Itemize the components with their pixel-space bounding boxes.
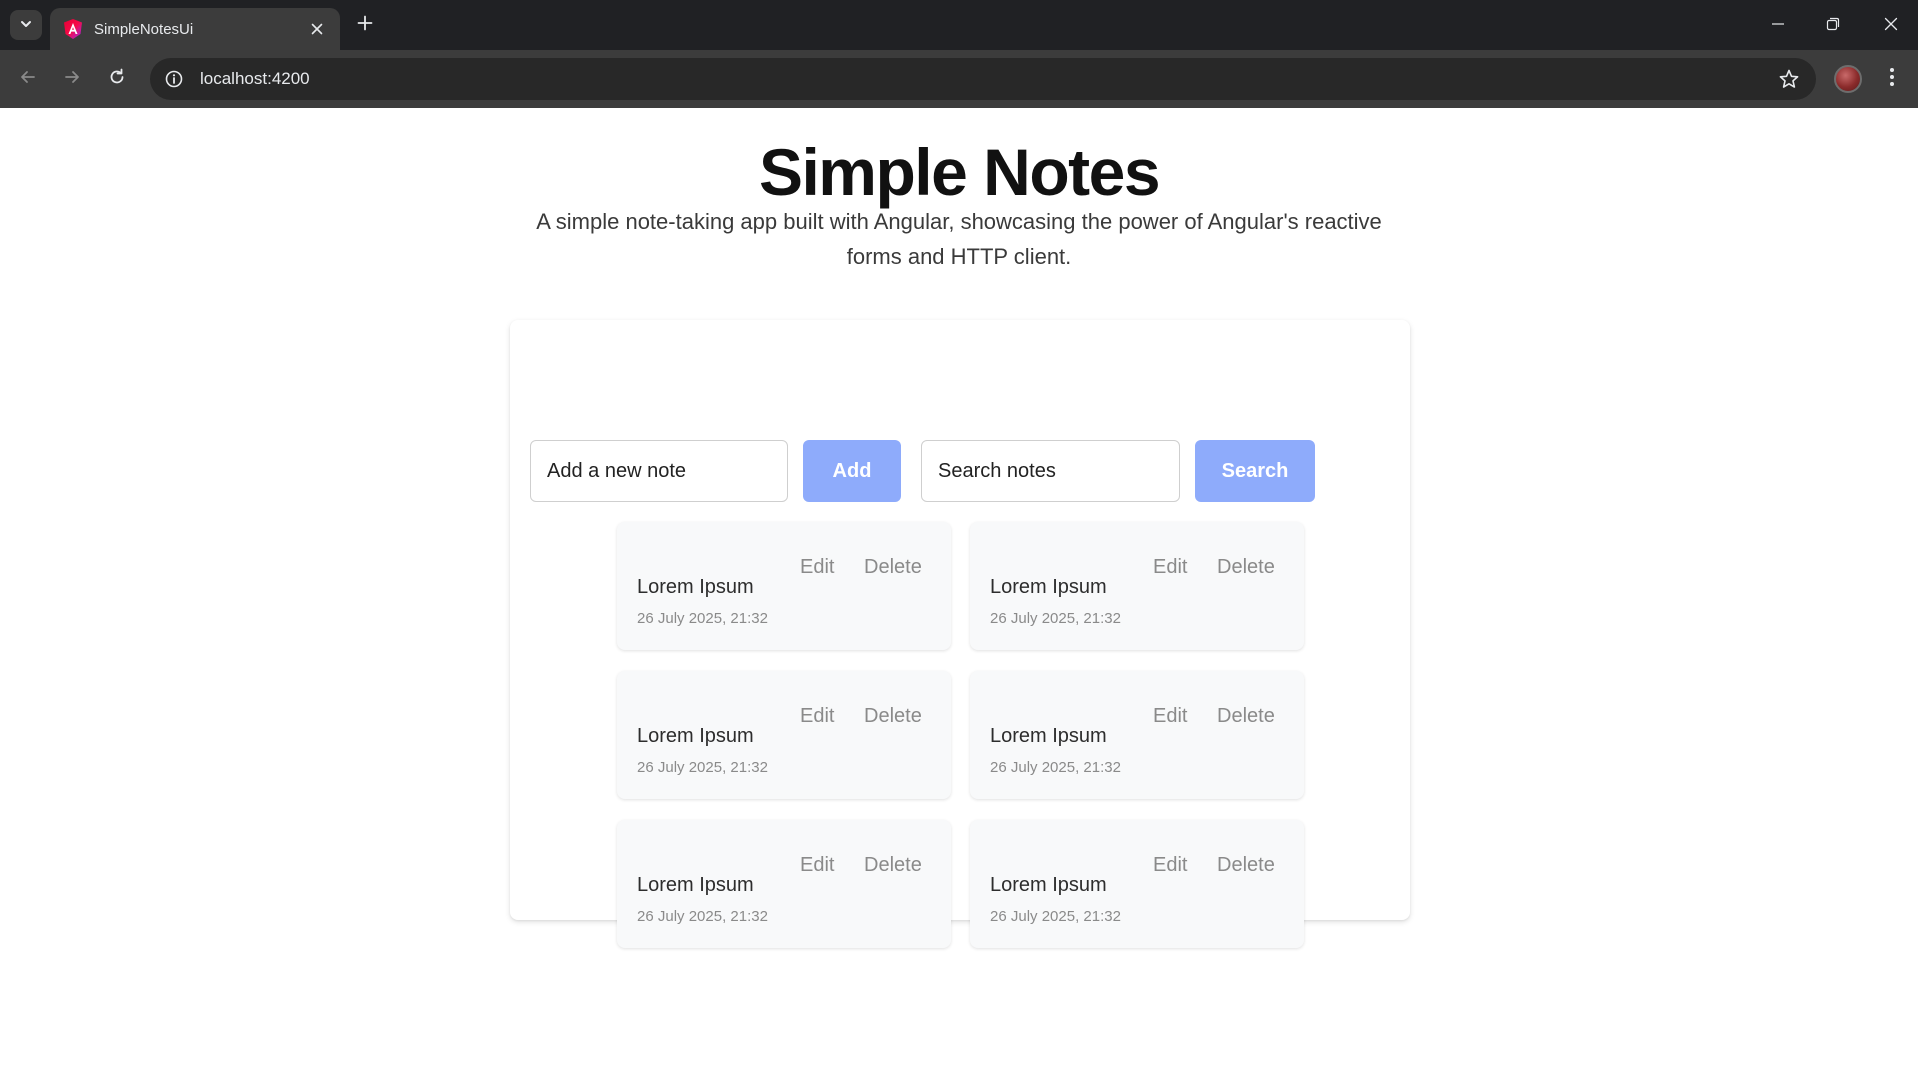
info-icon[interactable]: [162, 67, 186, 91]
minimize-icon: [1771, 16, 1785, 35]
tab-active[interactable]: SimpleNotesUi: [50, 8, 340, 50]
note-title: Lorem Ipsum: [990, 725, 1107, 747]
close-window-button[interactable]: [1876, 10, 1906, 40]
browser-tabstrip: SimpleNotesUi: [0, 0, 1918, 50]
plus-icon: [357, 15, 373, 35]
angular-icon: [62, 18, 84, 40]
new-note-input[interactable]: [530, 440, 788, 502]
search-input[interactable]: [921, 440, 1180, 502]
note-card: Edit Delete Lorem Ipsum 26 July 2025, 21…: [970, 820, 1304, 948]
note-title: Lorem Ipsum: [990, 874, 1107, 896]
close-icon[interactable]: [306, 18, 328, 40]
new-tab-button[interactable]: [352, 12, 378, 38]
edit-button[interactable]: Edit: [800, 854, 834, 877]
note-card: Edit Delete Lorem Ipsum 26 July 2025, 21…: [617, 671, 951, 799]
forward-button[interactable]: [56, 63, 88, 95]
address-bar[interactable]: localhost:4200: [150, 58, 1816, 100]
note-card: Edit Delete Lorem Ipsum 26 July 2025, 21…: [970, 671, 1304, 799]
close-icon: [1884, 16, 1898, 35]
minimize-button[interactable]: [1763, 10, 1793, 40]
avatar[interactable]: [1834, 65, 1862, 93]
more-vertical-icon: [1889, 67, 1895, 91]
delete-button[interactable]: Delete: [1217, 556, 1275, 579]
note-date: 26 July 2025, 21:32: [637, 759, 768, 776]
note-title: Lorem Ipsum: [990, 576, 1107, 598]
note-date: 26 July 2025, 21:32: [990, 908, 1121, 925]
delete-button[interactable]: Delete: [1217, 705, 1275, 728]
tab-search-button[interactable]: [10, 10, 42, 40]
delete-button[interactable]: Delete: [864, 705, 922, 728]
delete-button[interactable]: Delete: [864, 556, 922, 579]
chevron-down-icon: [19, 16, 33, 35]
search-button[interactable]: Search: [1195, 440, 1315, 502]
restore-icon: [1826, 16, 1840, 35]
note-date: 26 July 2025, 21:32: [990, 610, 1121, 627]
note-card: Edit Delete Lorem Ipsum 26 July 2025, 21…: [617, 820, 951, 948]
notes-panel: Add Search Edit Delete Lorem Ipsum 26 Ju…: [510, 320, 1410, 948]
delete-button[interactable]: Delete: [1217, 854, 1275, 877]
page-subtitle: A simple note-taking app built with Angu…: [536, 209, 1382, 269]
page-title: Simple Notes: [758, 135, 1161, 209]
edit-button[interactable]: Edit: [1153, 556, 1187, 579]
edit-button[interactable]: Edit: [800, 556, 834, 579]
note-date: 26 July 2025, 21:32: [637, 908, 768, 925]
page-content: Simple Notes A simple note-taking app bu…: [0, 108, 1918, 1078]
back-button[interactable]: [12, 63, 44, 95]
tab-title: SimpleNotesUi: [94, 20, 194, 38]
browser-toolbar: localhost:4200: [0, 50, 1918, 108]
note-card: Edit Delete Lorem Ipsum 26 July 2025, 21…: [617, 522, 951, 650]
url-text[interactable]: localhost:4200: [200, 69, 1776, 89]
note-date: 26 July 2025, 21:32: [990, 759, 1121, 776]
edit-button[interactable]: Edit: [800, 705, 834, 728]
note-card: Edit Delete Lorem Ipsum 26 July 2025, 21…: [970, 522, 1304, 650]
delete-button[interactable]: Delete: [864, 854, 922, 877]
note-title: Lorem Ipsum: [637, 576, 754, 598]
note-date: 26 July 2025, 21:32: [637, 610, 768, 627]
reload-button[interactable]: [101, 63, 133, 95]
restore-button[interactable]: [1818, 10, 1848, 40]
browser-menu-button[interactable]: [1880, 64, 1904, 94]
edit-button[interactable]: Edit: [1153, 854, 1187, 877]
arrow-left-icon: [18, 67, 38, 91]
edit-button[interactable]: Edit: [1153, 705, 1187, 728]
star-icon[interactable]: [1776, 66, 1802, 92]
add-button[interactable]: Add: [803, 440, 901, 502]
arrow-right-icon: [62, 67, 82, 91]
note-title: Lorem Ipsum: [637, 874, 754, 896]
reload-icon: [107, 67, 127, 91]
note-title: Lorem Ipsum: [637, 725, 754, 747]
